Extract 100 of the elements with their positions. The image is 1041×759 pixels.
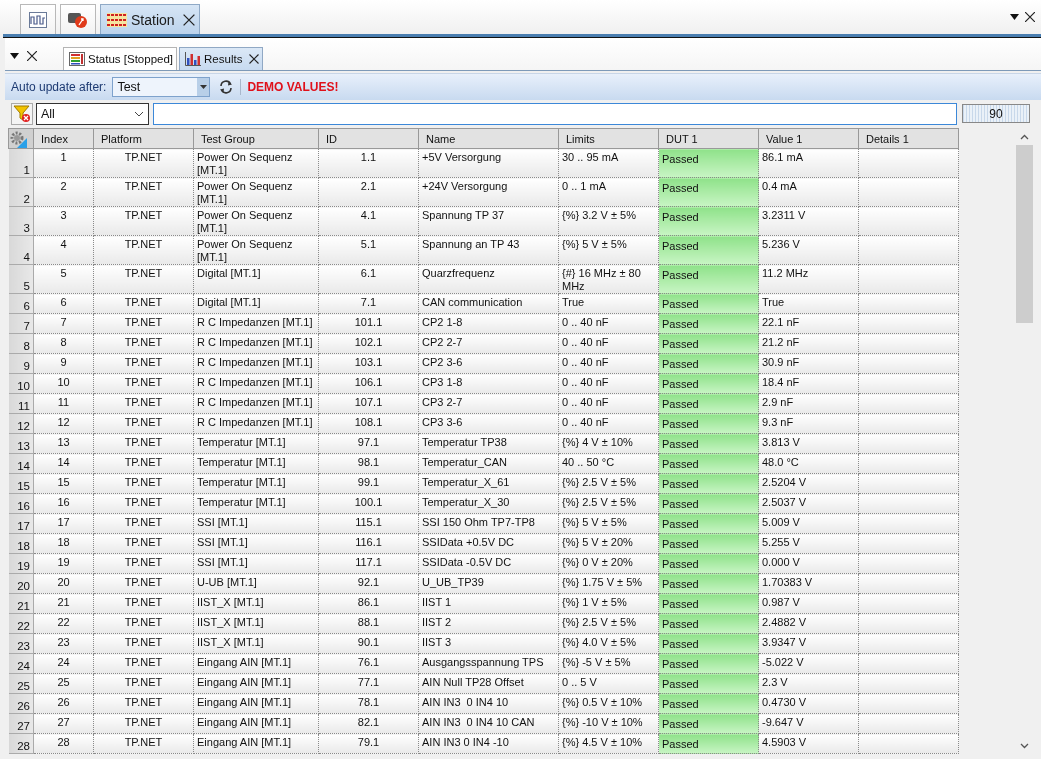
- tab[interactable]: [60, 4, 96, 34]
- table-cell: TP.NET: [93, 148, 194, 178]
- table-cell: 11.2 MHz: [758, 264, 859, 294]
- bar-chart-icon: [185, 52, 202, 66]
- row-header[interactable]: 1: [8, 148, 34, 178]
- demo-values-warning: DEMO VALUES!: [247, 80, 339, 94]
- table-cell: 3.2311 V: [758, 206, 859, 236]
- row-header[interactable]: 13: [8, 433, 34, 454]
- row-header[interactable]: 12: [8, 413, 34, 434]
- auto-update-label: Auto update after:: [11, 80, 107, 94]
- table-cell: 5.1: [318, 235, 419, 265]
- column-header[interactable]: ID: [318, 128, 419, 149]
- row-header[interactable]: 2: [8, 177, 34, 207]
- row-header[interactable]: 19: [8, 553, 34, 574]
- table-cell: TP.NET: [93, 206, 194, 236]
- filter-select[interactable]: All: [36, 102, 149, 125]
- row-header[interactable]: 4: [8, 235, 34, 265]
- row-header[interactable]: 17: [8, 513, 34, 534]
- table-cell: 1.1: [318, 148, 419, 178]
- row-header[interactable]: 9: [8, 353, 34, 374]
- auto-update-combo[interactable]: Test: [112, 77, 211, 97]
- table-cell: +5V Versorgung: [418, 148, 559, 178]
- table-cell: 4: [33, 235, 94, 265]
- column-header[interactable]: DUT 1: [658, 128, 759, 149]
- filter-clear-button[interactable]: [11, 102, 33, 125]
- filter-input-field[interactable]: [153, 102, 957, 125]
- column-header[interactable]: Test Group: [193, 128, 319, 149]
- row-header[interactable]: 16: [8, 493, 34, 514]
- table-cell: 2.1: [318, 177, 419, 207]
- caret-icon[interactable]: [199, 85, 207, 89]
- close-icon[interactable]: [249, 54, 260, 64]
- table-cell: {%} 5 V ± 5%: [558, 235, 659, 265]
- column-header[interactable]: Name: [418, 128, 559, 149]
- table-cell: 5: [33, 264, 94, 294]
- tab[interactable]: Results: [179, 47, 264, 70]
- row-header[interactable]: 15: [8, 473, 34, 494]
- table-cell: 3: [33, 206, 94, 236]
- table-cell: 86.1 mA: [758, 148, 859, 178]
- refresh-icon[interactable]: [218, 79, 235, 95]
- row-header[interactable]: 5: [8, 264, 34, 294]
- row-header[interactable]: 21: [8, 593, 34, 614]
- table-cell: Spannung an TP 43: [418, 235, 559, 265]
- dropdown-button[interactable]: [197, 78, 210, 96]
- column-header[interactable]: Details 1: [858, 128, 959, 149]
- table-cell: {#} 16 MHz ± 80 MHz: [558, 264, 659, 294]
- column-header[interactable]: Limits: [558, 128, 659, 149]
- device-icon: [68, 10, 88, 29]
- status-bars-icon: [69, 52, 85, 66]
- row-header[interactable]: 23: [8, 633, 34, 654]
- row-header[interactable]: 24: [8, 653, 34, 674]
- row-header[interactable]: 8: [8, 333, 34, 354]
- table-cell: 6.1: [318, 264, 419, 294]
- scrollbar-thumb[interactable]: [1016, 145, 1033, 323]
- table-cell: TP.NET: [93, 264, 194, 294]
- table-cell: 1: [33, 148, 94, 178]
- table-cell: Spannung TP 37: [418, 206, 559, 236]
- row-header[interactable]: 26: [8, 693, 34, 714]
- table-cell: 4.1: [318, 206, 419, 236]
- table-cell: TP.NET: [93, 177, 194, 207]
- table-cell: +24V Versorgung: [418, 177, 559, 207]
- station-icon: [107, 12, 127, 27]
- table-cell: Quarzfrequenz: [418, 264, 559, 294]
- row-header[interactable]: 20: [8, 573, 34, 594]
- row-header[interactable]: 3: [8, 206, 34, 236]
- row-header[interactable]: 27: [8, 713, 34, 734]
- close-icon[interactable]: [27, 51, 37, 61]
- table-cell: 5.236 V: [758, 235, 859, 265]
- table-cell: Power On Sequenz [MT.1]: [193, 206, 319, 236]
- close-icon[interactable]: [1025, 12, 1035, 22]
- table-cell: 2: [33, 177, 94, 207]
- column-header[interactable]: Index: [33, 128, 94, 149]
- row-header[interactable]: 10: [8, 373, 34, 394]
- tab[interactable]: Station: [100, 4, 200, 34]
- row-header[interactable]: 7: [8, 313, 34, 334]
- row-header[interactable]: 28: [8, 733, 34, 754]
- row-header[interactable]: 25: [8, 673, 34, 694]
- row-header[interactable]: 11: [8, 393, 34, 414]
- gear-icon[interactable]: [8, 128, 34, 149]
- close-icon[interactable]: [182, 13, 195, 26]
- row-header[interactable]: 22: [8, 613, 34, 634]
- dropdown-arrow-icon[interactable]: [1010, 14, 1019, 20]
- status-cell: Passed: [658, 177, 759, 207]
- table-cell: 0.4 mA: [758, 177, 859, 207]
- status-cell: Passed: [658, 206, 759, 236]
- table-cell: TP.NET: [93, 235, 194, 265]
- status-cell: Passed: [658, 235, 759, 265]
- column-header[interactable]: Value 1: [758, 128, 859, 149]
- tab[interactable]: Status [Stopped]: [63, 47, 178, 70]
- table-cell: Digital [MT.1]: [193, 264, 319, 294]
- row-header[interactable]: 18: [8, 533, 34, 554]
- table-cell: Power On Sequenz [MT.1]: [193, 148, 319, 178]
- chevron-down-icon[interactable]: [134, 110, 144, 117]
- status-cell: Passed: [658, 148, 759, 178]
- row-header[interactable]: 6: [8, 293, 34, 314]
- wave-chart-icon: [29, 11, 47, 28]
- column-header[interactable]: Platform: [93, 128, 194, 149]
- table-cell: 0 .. 1 mA: [558, 177, 659, 207]
- row-header[interactable]: 14: [8, 453, 34, 474]
- dropdown-arrow-icon[interactable]: [10, 53, 19, 59]
- tab[interactable]: [20, 4, 56, 34]
